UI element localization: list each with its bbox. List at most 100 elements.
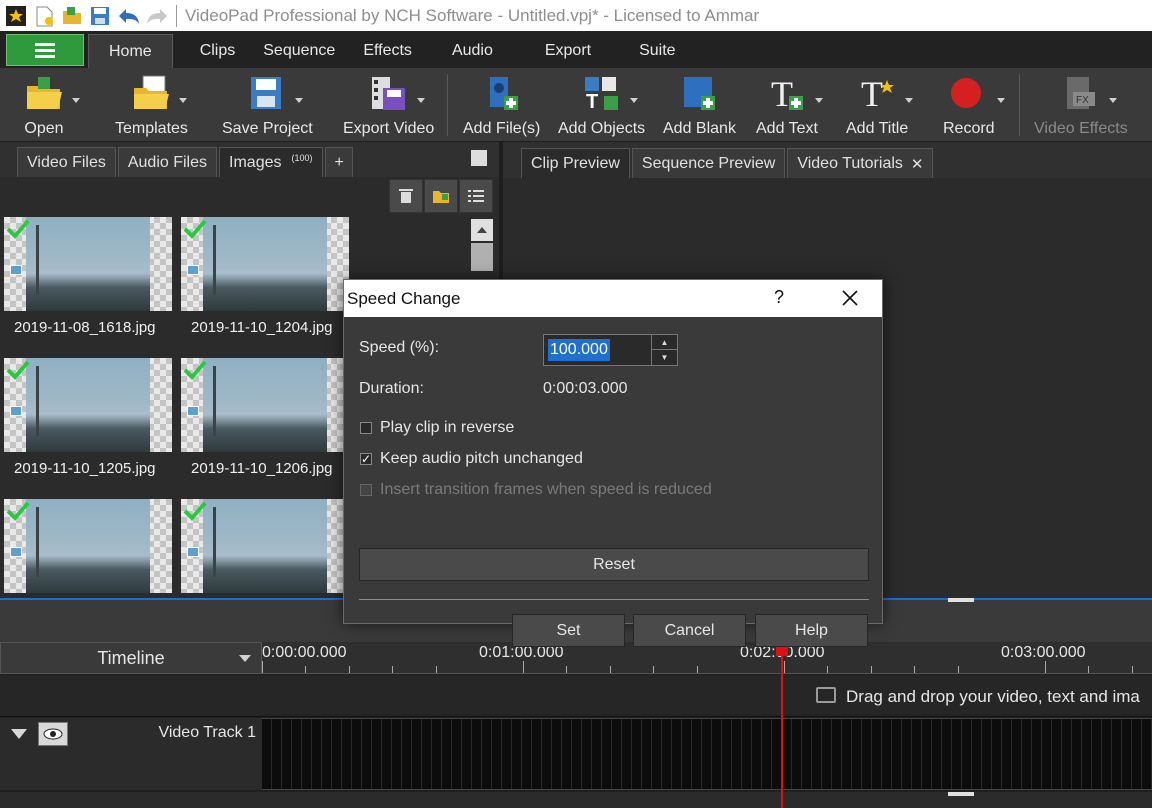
add-title-icon: T [857,72,914,116]
add-objects-button[interactable]: T Add Objects [558,72,645,140]
eye-icon[interactable] [38,722,68,746]
scroll-up-icon[interactable] [471,219,493,241]
open-button[interactable]: Open [24,72,80,140]
undock-icon[interactable] [471,150,487,166]
save-project-label: Save Project [222,120,313,137]
images-count-badge: (100) [291,152,313,163]
set-button[interactable]: Set [512,614,625,647]
ruler-tick-label: 0:00:00.000 [262,644,347,661]
add-objects-dropdown-icon[interactable] [629,98,638,103]
open-dropdown-icon[interactable] [72,98,80,103]
help-button[interactable]: Help [755,614,868,647]
check-icon [6,360,30,380]
export-video-dropdown-icon[interactable] [416,98,425,103]
playhead[interactable] [781,642,783,808]
scrollbar-thumb[interactable] [471,243,493,271]
undo-icon[interactable] [116,4,140,28]
add-title-button[interactable]: T Add Title [846,72,914,140]
cancel-button[interactable]: Cancel [633,614,746,647]
add-bin-tab-button[interactable]: + [324,147,353,177]
list-item[interactable] [181,499,349,593]
list-item[interactable] [4,499,172,593]
speed-stepper[interactable]: 100.000 ▲ ▼ [543,334,678,366]
list-item[interactable]: 2019-11-10_1205.jpg [4,358,172,477]
check-icon [6,501,30,521]
chevron-down-icon[interactable] [239,655,251,662]
record-button[interactable]: Record [943,72,1005,140]
tab-effects[interactable]: Effects [349,34,426,68]
export-video-button[interactable]: Export Video [343,72,434,140]
help-icon[interactable]: ? [774,287,784,308]
new-project-icon[interactable] [32,4,56,28]
record-dropdown-icon[interactable] [996,98,1005,103]
add-objects-icon: T [582,72,638,116]
open-label: Open [24,120,64,137]
close-tab-icon[interactable]: ✕ [911,155,924,173]
window-title: VideoPad Professional by NCH Software - … [185,5,760,25]
play-reverse-option[interactable]: Play clip in reverse [360,419,514,437]
thumbnail-image [181,358,349,452]
redo-icon[interactable] [144,4,168,28]
reset-button[interactable]: Reset [359,548,869,581]
save-icon[interactable] [88,4,112,28]
resize-handle[interactable] [948,598,974,602]
open-project-icon[interactable] [60,4,84,28]
tab-clips[interactable]: Clips [173,34,250,68]
keep-pitch-checkbox[interactable]: ✓ [360,453,372,465]
keep-pitch-option[interactable]: ✓ Keep audio pitch unchanged [360,450,583,468]
add-text-dropdown-icon[interactable] [814,98,823,103]
tab-video-tutorials[interactable]: Video Tutorials ✕ [787,148,934,178]
new-folder-icon[interactable] [424,179,458,213]
tab-export[interactable]: Export [519,34,625,68]
list-item[interactable]: 2019-11-10_1204.jpg [181,217,349,336]
close-icon[interactable] [838,286,862,310]
collapse-track-icon[interactable] [11,729,27,739]
tab-audio-files[interactable]: Audio Files [117,147,218,177]
timeline-panel: Timeline 0:00:00.000 0:01:00.000 0:02:00… [0,642,1152,808]
thumbnail-image [4,499,172,593]
list-item[interactable]: 2019-11-08_1618.jpg [4,217,172,336]
timeline-drop-zone[interactable]: Drag and drop your video, text and ima [0,675,1152,717]
tab-suite[interactable]: Suite [625,34,689,68]
media-bin-tabs: Video Files Audio Files Images (100) + [0,142,499,177]
media-bin-toolbar [0,177,499,215]
list-view-icon[interactable] [459,179,493,213]
tab-audio[interactable]: Audio [426,34,519,68]
save-project-button[interactable]: Save Project [222,72,313,140]
tab-clip-preview[interactable]: Clip Preview [521,148,630,178]
app-logo-icon [4,4,28,28]
video-track-lane[interactable] [262,718,1152,790]
add-blank-button[interactable]: Add Blank [663,72,736,140]
templates-button[interactable]: Templates [115,72,188,140]
spin-up-icon[interactable]: ▲ [651,335,677,350]
dialog-body: Speed (%): 100.000 ▲ ▼ Duration: 0:00:03… [344,317,882,647]
add-title-dropdown-icon[interactable] [905,98,914,103]
speed-input[interactable]: 100.000 [548,339,610,361]
tab-home[interactable]: Home [88,34,173,68]
spin-down-icon[interactable]: ▼ [651,350,677,365]
thumbnail-caption: 2019-11-08_1618.jpg [14,319,156,336]
tab-sequence[interactable]: Sequence [249,34,349,68]
duration-value: 0:00:03.000 [543,380,628,397]
tab-video-files[interactable]: Video Files [17,147,116,177]
timeline-selector[interactable]: Timeline [0,642,262,674]
add-files-button[interactable]: Add File(s) [463,72,540,140]
toolbar-separator [1019,74,1020,136]
save-project-dropdown-icon[interactable] [295,98,304,103]
delete-icon[interactable] [389,179,423,213]
svg-text:T: T [861,74,883,114]
image-type-icon [10,406,22,416]
video-effects-icon: FX [1061,72,1117,116]
image-type-icon [187,265,199,275]
tab-images[interactable]: Images (100) [219,147,323,177]
play-reverse-checkbox[interactable] [360,422,372,434]
video-effects-button[interactable]: FX Video Effects [1034,72,1128,140]
check-icon [183,360,207,380]
tab-sequence-preview[interactable]: Sequence Preview [631,148,786,178]
list-item[interactable]: 2019-11-10_1206.jpg [181,358,349,477]
main-menu-button[interactable] [6,34,84,66]
add-text-button[interactable]: T Add Text [756,72,823,140]
templates-dropdown-icon[interactable] [179,98,188,103]
resize-handle[interactable] [948,792,974,796]
video-effects-dropdown-icon[interactable] [1108,98,1117,103]
